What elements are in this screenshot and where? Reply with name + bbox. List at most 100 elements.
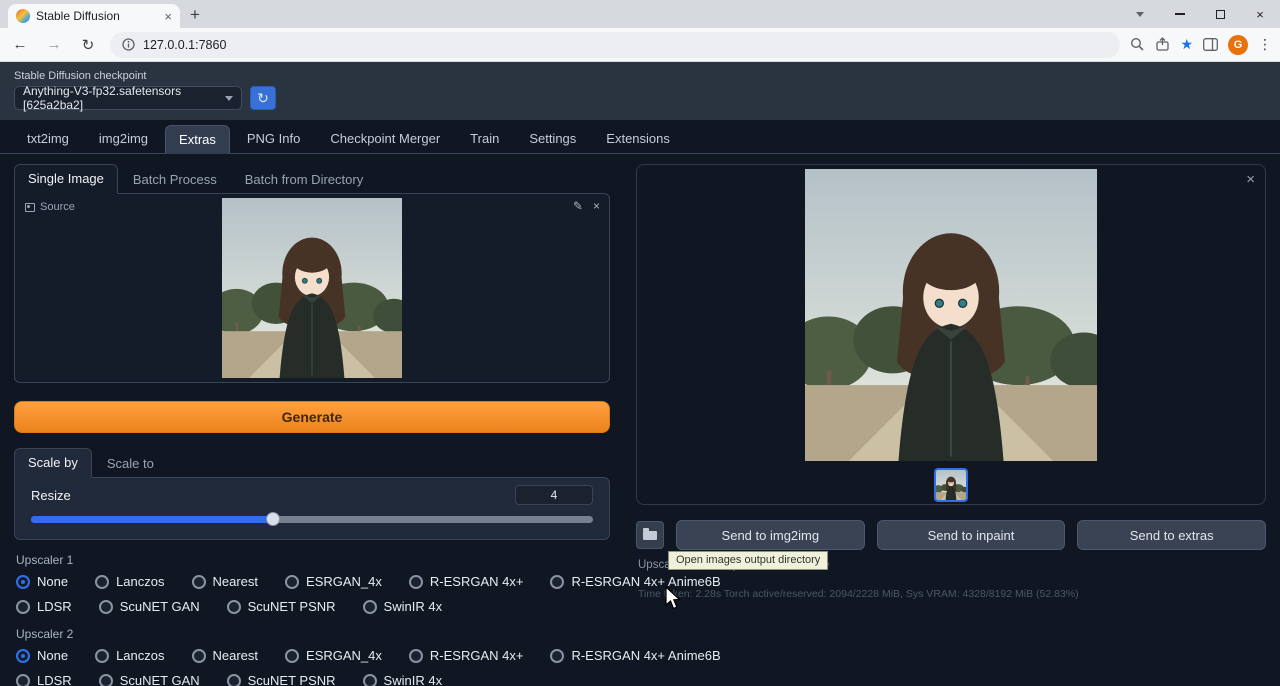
upscaler2-option-scunet-psnr[interactable]: ScuNET PSNR <box>227 673 336 686</box>
upscaler1-option-ldsr[interactable]: LDSR <box>16 599 72 614</box>
upscaler1-label: Upscaler 1 <box>16 553 610 567</box>
upscaler2-option-none[interactable]: None <box>16 648 68 663</box>
tab-single-image[interactable]: Single Image <box>14 164 118 194</box>
send-to-img2img-button[interactable]: Send to img2img <box>676 520 865 550</box>
upscaler2-options-row2: LDSR ScuNET GAN ScuNET PSNR SwinIR 4x <box>16 673 610 686</box>
edit-image-icon[interactable]: ✎ <box>573 199 583 213</box>
forward-icon[interactable]: → <box>42 36 66 53</box>
radio-icon <box>363 600 377 614</box>
input-mode-tabs: Single Image Batch Process Batch from Di… <box>14 164 610 194</box>
upscaler1-option-lanczos[interactable]: Lanczos <box>95 574 164 589</box>
tab-batch-process[interactable]: Batch Process <box>120 166 230 194</box>
radio-label: LDSR <box>37 673 72 686</box>
clear-image-icon[interactable]: × <box>593 199 600 213</box>
upscaler2-option-swinir4x[interactable]: SwinIR 4x <box>363 673 443 686</box>
open-output-folder-button[interactable] <box>636 521 664 549</box>
radio-label: ScuNET GAN <box>120 599 200 614</box>
tab-txt2img[interactable]: txt2img <box>14 125 82 153</box>
radio-icon <box>95 575 109 589</box>
checkpoint-dropdown[interactable]: Anything-V3-fp32.safetensors [625a2ba2] <box>14 86 242 110</box>
upscaler1-option-nearest[interactable]: Nearest <box>192 574 259 589</box>
radio-icon <box>550 649 564 663</box>
tab-scale-to[interactable]: Scale to <box>94 450 167 478</box>
tab-png-info[interactable]: PNG Info <box>234 125 313 153</box>
url-text[interactable]: 127.0.0.1:7860 <box>143 38 1108 52</box>
zoom-icon[interactable] <box>1130 37 1145 52</box>
result-thumbnail[interactable] <box>934 468 968 502</box>
url-bar[interactable]: 127.0.0.1:7860 <box>110 32 1120 58</box>
radio-icon <box>99 674 113 686</box>
new-tab-button[interactable]: + <box>190 5 200 28</box>
radio-selected-icon <box>16 649 30 663</box>
upscaler1-option-scunet-psnr[interactable]: ScuNET PSNR <box>227 599 336 614</box>
radio-icon <box>16 674 30 686</box>
generate-button[interactable]: Generate <box>14 401 610 433</box>
image-icon <box>25 203 35 212</box>
upscaler2-option-resrgan4x[interactable]: R-ESRGAN 4x+ <box>409 648 524 663</box>
radio-icon <box>409 575 423 589</box>
tab-extensions[interactable]: Extensions <box>593 125 683 153</box>
upscaler2-option-lanczos[interactable]: Lanczos <box>95 648 164 663</box>
minimize-button[interactable] <box>1160 0 1200 28</box>
resize-panel: Resize 4 <box>14 477 610 540</box>
reload-icon[interactable]: ↻ <box>76 36 100 54</box>
radio-label: ESRGAN_4x <box>306 648 382 663</box>
tooltip: Open images output directory <box>668 551 828 570</box>
side-panel-icon[interactable] <box>1203 38 1218 51</box>
result-image[interactable] <box>805 169 1097 461</box>
refresh-checkpoint-button[interactable]: ↻ <box>250 86 276 110</box>
radio-label: Nearest <box>213 648 259 663</box>
upscaler2-option-esrgan4x[interactable]: ESRGAN_4x <box>285 648 382 663</box>
tab-search-icon[interactable] <box>1136 12 1144 17</box>
browser-tab[interactable]: Stable Diffusion × <box>8 4 180 28</box>
share-icon[interactable] <box>1155 37 1170 52</box>
browser-tab-strip: Stable Diffusion × + × <box>0 0 1280 28</box>
profile-avatar[interactable]: G <box>1228 35 1248 55</box>
output-actions: Send to img2img Send to inpaint Send to … <box>636 520 1266 550</box>
tab-img2img[interactable]: img2img <box>86 125 161 153</box>
radio-label: None <box>37 574 68 589</box>
upscaler2-option-scunet-gan[interactable]: ScuNET GAN <box>99 673 200 686</box>
back-icon[interactable]: ← <box>8 36 32 53</box>
slider-handle[interactable] <box>266 512 280 526</box>
upscaler1-option-scunet-gan[interactable]: ScuNET GAN <box>99 599 200 614</box>
mouse-cursor <box>664 586 682 612</box>
checkpoint-value: Anything-V3-fp32.safetensors [625a2ba2] <box>23 84 225 112</box>
gallery-close-icon[interactable]: × <box>1246 171 1255 188</box>
chevron-down-icon <box>225 96 233 101</box>
tab-scale-by[interactable]: Scale by <box>14 448 92 478</box>
upscaler1-option-esrgan4x[interactable]: ESRGAN_4x <box>285 574 382 589</box>
tab-close-icon[interactable]: × <box>164 9 172 24</box>
radio-label: SwinIR 4x <box>384 673 443 686</box>
send-to-extras-button[interactable]: Send to extras <box>1077 520 1266 550</box>
radio-label: Lanczos <box>116 648 164 663</box>
tab-extras[interactable]: Extras <box>165 125 230 154</box>
upscaler1-option-resrgan4x[interactable]: R-ESRGAN 4x+ <box>409 574 524 589</box>
browser-toolbar: ← → ↻ 127.0.0.1:7860 ★ <box>0 28 1280 62</box>
radio-icon <box>16 600 30 614</box>
upscaler1-option-swinir4x[interactable]: SwinIR 4x <box>363 599 443 614</box>
upscaler2-option-ldsr[interactable]: LDSR <box>16 673 72 686</box>
resize-slider[interactable] <box>31 512 593 526</box>
resize-number-input[interactable]: 4 <box>515 485 593 505</box>
upscaler1-option-none[interactable]: None <box>16 574 68 589</box>
slider-fill <box>31 516 273 523</box>
radio-label: ScuNET PSNR <box>248 599 336 614</box>
folder-icon <box>643 531 657 540</box>
site-info-icon[interactable] <box>122 38 135 51</box>
browser-menu-icon[interactable]: ⋮ <box>1258 36 1272 53</box>
maximize-button[interactable] <box>1200 0 1240 28</box>
tab-settings[interactable]: Settings <box>516 125 589 153</box>
tab-train[interactable]: Train <box>457 125 512 153</box>
tab-batch-from-directory[interactable]: Batch from Directory <box>232 166 376 194</box>
tab-checkpoint-merger[interactable]: Checkpoint Merger <box>317 125 453 153</box>
radio-icon <box>285 575 299 589</box>
send-to-inpaint-button[interactable]: Send to inpaint <box>877 520 1066 550</box>
upscaler2-option-nearest[interactable]: Nearest <box>192 648 259 663</box>
bookmark-star-icon[interactable]: ★ <box>1180 36 1193 53</box>
result-gallery: × <box>636 164 1266 505</box>
close-window-button[interactable]: × <box>1240 0 1280 28</box>
source-image-dropzone[interactable]: Source ✎ × <box>14 193 610 383</box>
minimize-icon <box>1175 13 1185 15</box>
radio-label: Nearest <box>213 574 259 589</box>
